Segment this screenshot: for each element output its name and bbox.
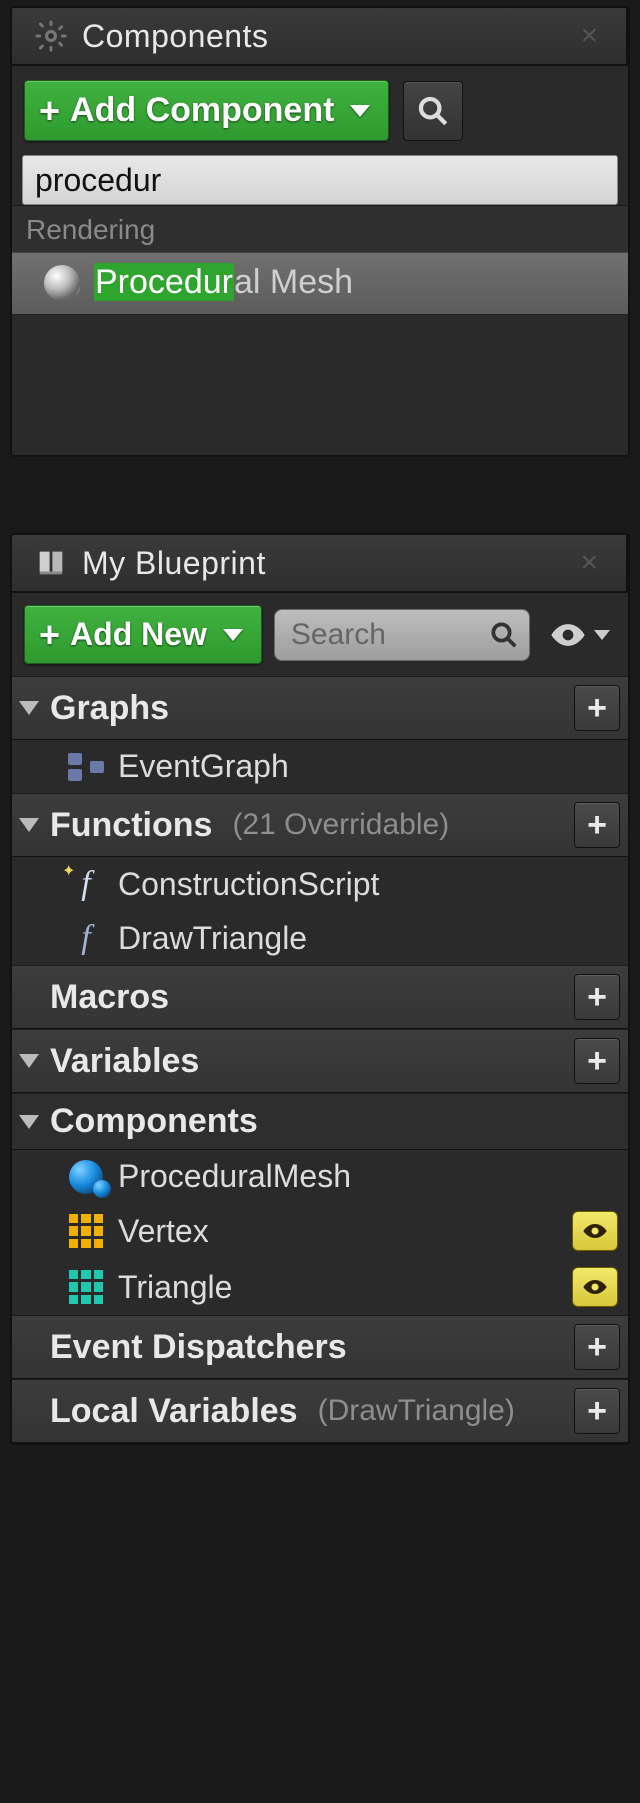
blueprint-tab-strip: My Blueprint × <box>12 535 628 593</box>
category-local-variables[interactable]: Local Variables (DrawTriangle) + <box>12 1379 628 1443</box>
category-graphs[interactable]: Graphs + <box>12 676 628 740</box>
eye-icon <box>581 1273 609 1301</box>
variable-item-vertex[interactable]: Vertex <box>12 1203 628 1259</box>
gear-icon <box>34 19 68 53</box>
chevron-down-icon <box>223 629 243 641</box>
function-icon: f <box>68 919 104 957</box>
search-toggle-button[interactable] <box>403 81 463 141</box>
blueprint-tab-title: My Blueprint <box>82 545 266 582</box>
function-item-drawtriangle[interactable]: f DrawTriangle <box>12 911 628 965</box>
variable-item-label: Triangle <box>118 1269 232 1306</box>
plus-icon: + <box>39 93 60 129</box>
category-variables-label: Variables <box>50 1042 199 1081</box>
components-panel: Components × + Add Component procedur Re… <box>10 6 630 457</box>
search-icon <box>489 620 519 650</box>
component-search-input[interactable]: procedur <box>22 155 618 205</box>
components-toolbar: + Add Component <box>12 66 628 155</box>
chevron-down-icon <box>350 105 370 117</box>
component-search-value: procedur <box>35 162 161 199</box>
components-tab-strip: Components × <box>12 8 628 66</box>
blueprint-toolbar: + Add New Search <box>12 593 628 676</box>
expand-icon <box>19 701 39 715</box>
add-component-label: Add Component <box>70 91 334 130</box>
expand-icon <box>19 1115 39 1129</box>
category-local-variables-label: Local Variables <box>50 1392 298 1431</box>
blueprint-icon <box>34 546 68 580</box>
add-function-button[interactable]: + <box>574 802 620 848</box>
add-graph-button[interactable]: + <box>574 685 620 731</box>
my-blueprint-panel: My Blueprint × + Add New Search Graphs +… <box>10 533 630 1445</box>
graph-item-eventgraph[interactable]: EventGraph <box>12 740 628 793</box>
category-graphs-label: Graphs <box>50 689 169 728</box>
expand-icon <box>19 818 39 832</box>
category-components-label: Components <box>50 1102 258 1141</box>
blueprint-tab[interactable]: My Blueprint × <box>12 535 628 591</box>
component-icon <box>68 1159 104 1195</box>
components-tab-title: Components <box>82 18 268 55</box>
category-local-variables-sub: (DrawTriangle) <box>318 1394 564 1428</box>
search-result-row[interactable]: Procedural Mesh <box>12 252 628 315</box>
add-local-variable-button[interactable]: + <box>574 1388 620 1434</box>
expand-icon <box>19 1054 39 1068</box>
array-icon <box>68 1213 104 1249</box>
add-event-dispatcher-button[interactable]: + <box>574 1324 620 1370</box>
add-new-button[interactable]: + Add New <box>24 605 262 664</box>
graph-icon <box>68 749 104 785</box>
search-icon <box>416 94 450 128</box>
eye-icon <box>548 615 588 655</box>
function-item-label: ConstructionScript <box>118 866 379 903</box>
category-event-dispatchers[interactable]: Event Dispatchers + <box>12 1315 628 1379</box>
array-icon <box>68 1269 104 1305</box>
blueprint-search-input[interactable]: Search <box>274 609 530 661</box>
category-functions[interactable]: Functions (21 Overridable) + <box>12 793 628 857</box>
visibility-toggle[interactable] <box>572 1211 618 1251</box>
close-icon[interactable]: × <box>574 548 604 578</box>
add-macro-button[interactable]: + <box>574 974 620 1020</box>
search-result-label: Procedural Mesh <box>94 263 353 302</box>
chevron-down-icon <box>594 630 610 640</box>
plus-icon: + <box>39 617 60 653</box>
category-components[interactable]: Components <box>12 1093 628 1150</box>
search-category-header: Rendering <box>12 205 628 252</box>
mesh-icon <box>44 265 80 301</box>
visibility-toggle[interactable] <box>572 1267 618 1307</box>
add-component-button[interactable]: + Add Component <box>24 80 389 141</box>
category-macros[interactable]: Macros + <box>12 965 628 1029</box>
add-new-label: Add New <box>70 616 207 653</box>
function-item-constructionscript[interactable]: f ConstructionScript <box>12 857 628 911</box>
search-result-match: Procedur <box>94 263 234 301</box>
components-panel-body <box>12 315 628 455</box>
search-result-rest: al Mesh <box>234 263 353 301</box>
variable-item-proceduralmesh[interactable]: ProceduralMesh <box>12 1150 628 1203</box>
function-override-icon: f <box>68 865 104 903</box>
category-macros-label: Macros <box>50 978 169 1017</box>
category-event-dispatchers-label: Event Dispatchers <box>50 1328 347 1367</box>
variable-item-label: Vertex <box>118 1213 209 1250</box>
function-item-label: DrawTriangle <box>118 920 307 957</box>
eye-icon <box>581 1217 609 1245</box>
close-icon[interactable]: × <box>574 21 604 51</box>
category-variables[interactable]: Variables + <box>12 1029 628 1093</box>
variable-item-triangle[interactable]: Triangle <box>12 1259 628 1315</box>
category-functions-label: Functions <box>50 806 212 845</box>
visibility-filter-button[interactable] <box>542 615 616 655</box>
variable-item-label: ProceduralMesh <box>118 1158 351 1195</box>
graph-item-label: EventGraph <box>118 748 289 785</box>
components-tab[interactable]: Components × <box>12 8 628 64</box>
add-variable-button[interactable]: + <box>574 1038 620 1084</box>
category-functions-sub: (21 Overridable) <box>232 808 449 842</box>
blueprint-search-placeholder: Search <box>291 618 481 652</box>
